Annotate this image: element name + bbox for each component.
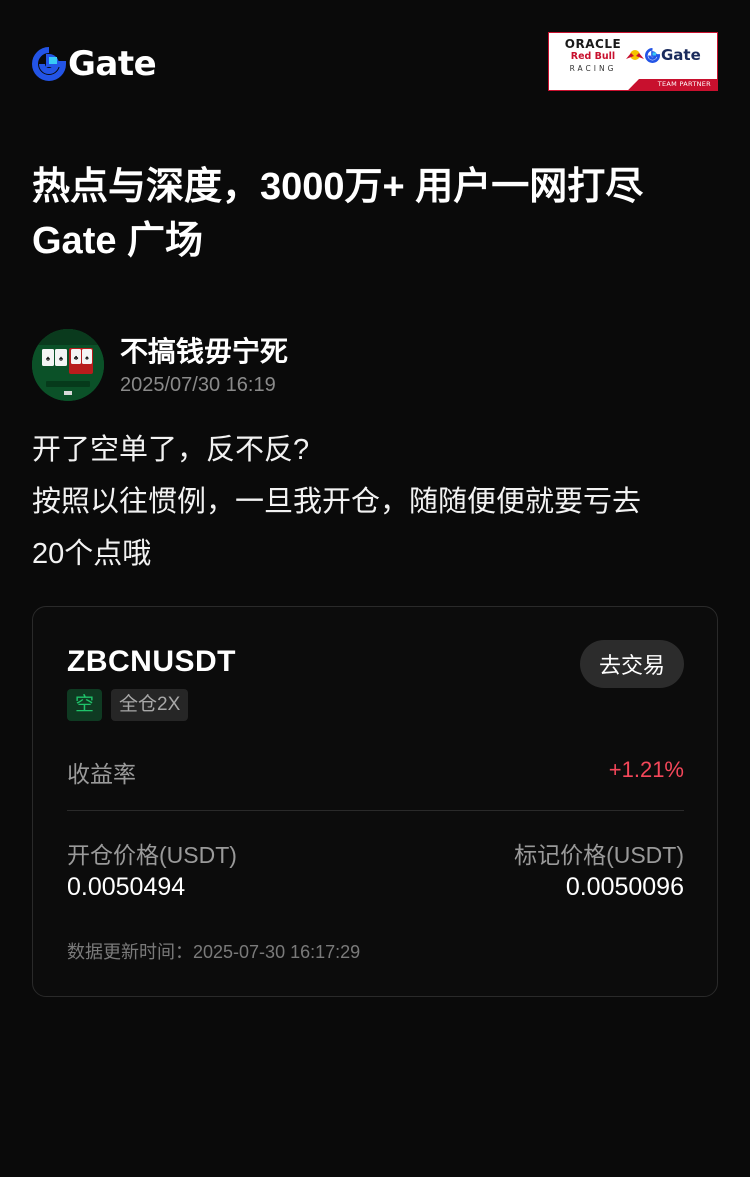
gate-logo-small-icon (645, 47, 660, 63)
headline-line-1: 热点与深度，3000万+ 用户一网打尽 (32, 166, 644, 208)
racing-text: RACING (569, 64, 617, 73)
team-partner-label: TEAM PARTNER (549, 79, 717, 90)
gate-logo-icon (32, 47, 66, 81)
post-line: 20个点哦 (32, 538, 152, 570)
gate-logo-text: Gate (68, 44, 157, 84)
partner-gate-text: Gate (661, 46, 701, 64)
entry-price-label: 开仓价格(USDT) (67, 842, 237, 868)
gate-logo: Gate (32, 44, 157, 84)
mark-price-label: 标记价格(USDT) (514, 842, 684, 868)
mark-price-value: 0.0050096 (565, 873, 684, 901)
partner-badge: ORACLE Red Bull RACING Gate TEAM PARTNER (548, 32, 718, 91)
post-content: 开了空单了，反不反? 按照以往惯例，一旦我开仓，随随便便就要亏去 20个点哦 (32, 424, 732, 580)
margin-mode-tag: 全仓2X (111, 689, 189, 721)
yield-label: 收益率 (67, 761, 136, 787)
update-time-value: 2025-07-30 16:17:29 (193, 942, 361, 962)
post-line: 按照以往惯例，一旦我开仓，随随便便就要亏去 (32, 486, 642, 518)
svg-text:♣: ♣ (74, 355, 79, 362)
svg-text:♠: ♠ (85, 355, 89, 362)
position-card: ZBCNUSDT 去交易 空 全仓2X 收益率 +1.21% 开仓价格(USDT… (32, 606, 718, 997)
partner-gate-logo: Gate (645, 46, 701, 64)
entry-price-value: 0.0050494 (67, 873, 186, 901)
post-line: 开了空单了，反不反? (32, 434, 310, 466)
team-partner-text: TEAM PARTNER (657, 80, 711, 88)
partner-badge-main: ORACLE Red Bull RACING Gate (549, 33, 717, 81)
post-timestamp: 2025/07/30 16:19 (120, 374, 276, 396)
avatar[interactable]: ♠ ♠ ♣ ♠ (32, 329, 104, 401)
author-name[interactable]: 不搞钱毋宁死 (120, 330, 288, 370)
go-trade-button[interactable]: 去交易 (580, 640, 684, 688)
poker-table-avatar-icon: ♠ ♠ ♣ ♠ (32, 329, 104, 401)
yield-value: +1.21% (608, 757, 684, 782)
headline-line-2: Gate 广场 (32, 220, 204, 262)
page-headline: 热点与深度，3000万+ 用户一网打尽 Gate 广场 (32, 160, 722, 268)
oracle-redbull-logo: ORACLE Red Bull RACING (555, 37, 631, 75)
data-update-time: 数据更新时间：2025-07-30 16:17:29 (67, 938, 360, 964)
oracle-text: ORACLE (564, 37, 622, 51)
card-divider (67, 810, 684, 811)
gate-square-share-page: Gate ORACLE Red Bull RACING Gate TEAM PA… (0, 0, 750, 1177)
update-time-label: 数据更新时间： (67, 942, 193, 962)
red-bull-icon (626, 50, 644, 60)
trading-pair-symbol: ZBCNUSDT (67, 645, 236, 678)
short-side-tag: 空 (67, 689, 103, 721)
redbull-text: Red Bull (570, 51, 616, 62)
